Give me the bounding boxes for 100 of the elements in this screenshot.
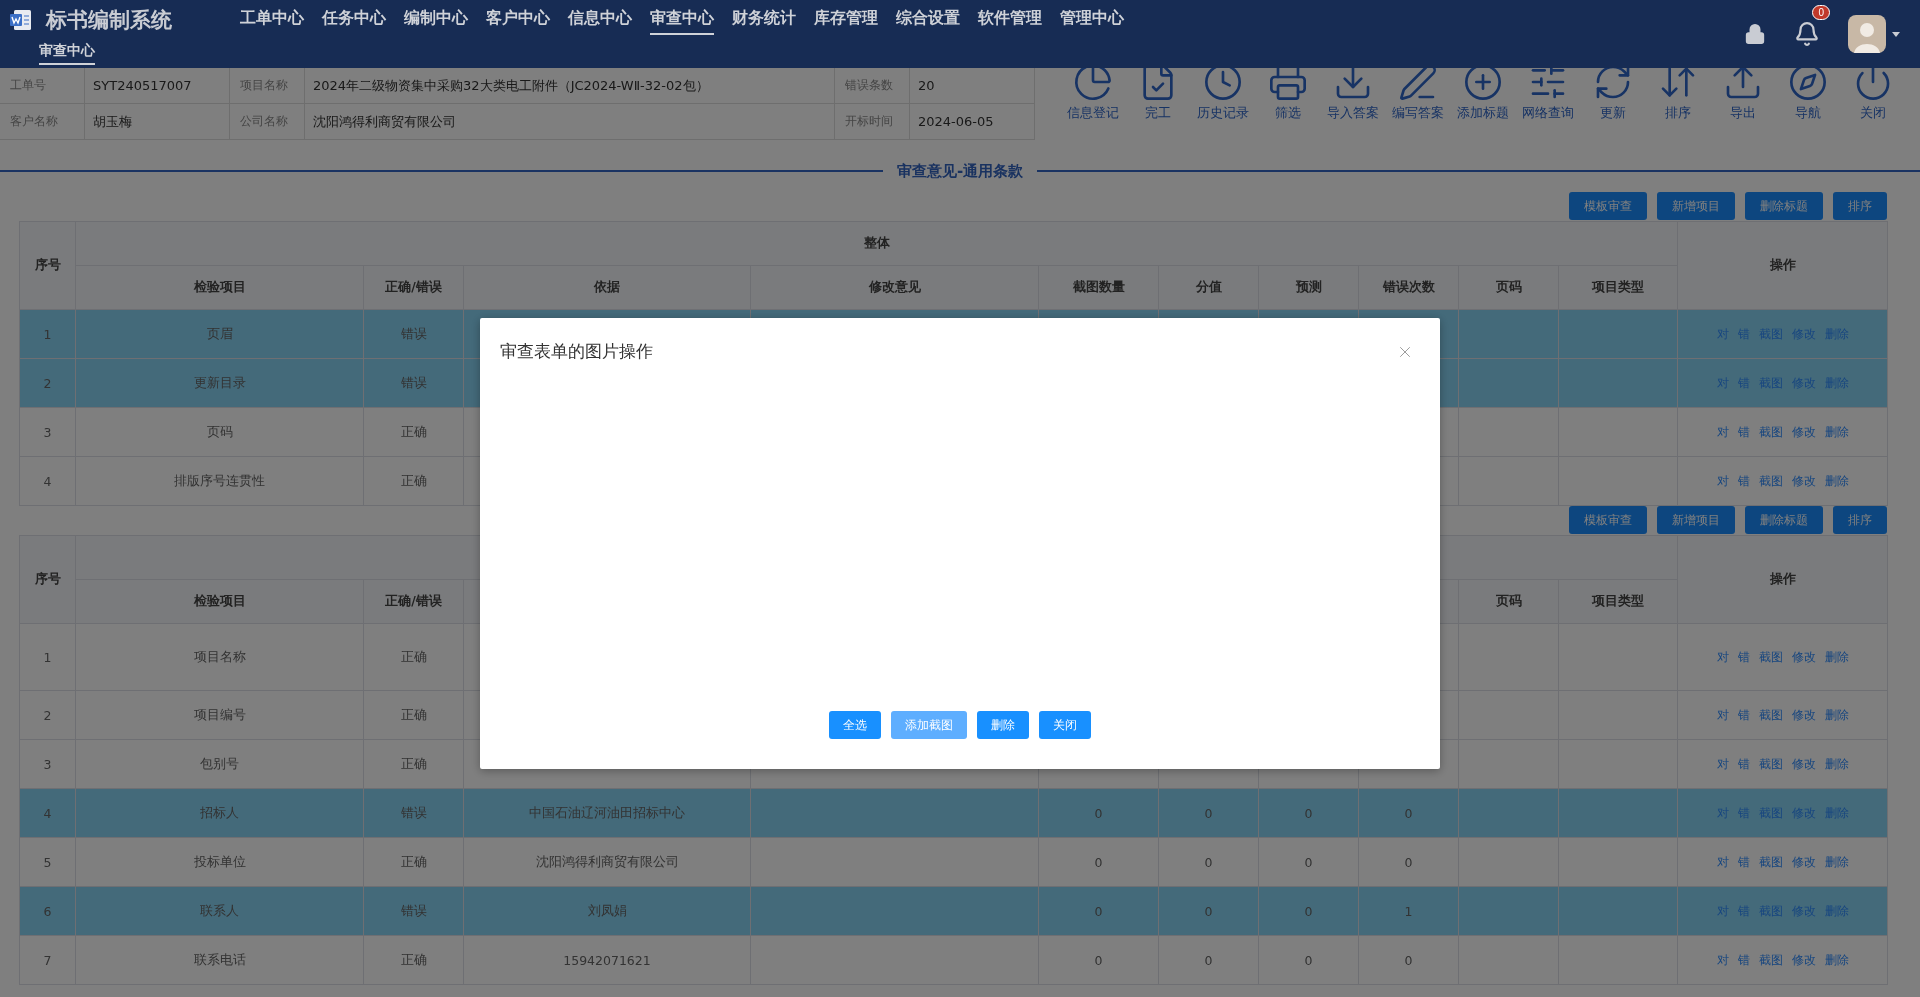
action-link[interactable]: 截图 — [1758, 472, 1783, 490]
action-link[interactable]: 对 — [1716, 755, 1729, 773]
table-cell: 正确 — [363, 739, 464, 789]
column-header: 序号 — [19, 221, 76, 310]
action-link[interactable]: 删除 — [1824, 853, 1849, 871]
action-link[interactable]: 修改 — [1791, 853, 1816, 871]
action-link[interactable]: 错 — [1737, 648, 1750, 666]
action-link[interactable]: 错 — [1737, 423, 1750, 441]
nav-tab[interactable]: 审查中心 — [650, 8, 714, 35]
nav-tab[interactable]: 任务中心 — [322, 8, 386, 35]
action-link[interactable]: 错 — [1737, 951, 1750, 969]
table-cell: 页码 — [75, 407, 364, 457]
table-cell: 0 — [1258, 935, 1359, 985]
action-link[interactable]: 对 — [1716, 706, 1729, 724]
action-link[interactable]: 删除 — [1824, 951, 1849, 969]
table-cell: 正确 — [363, 407, 464, 457]
nav-tab[interactable]: 工单中心 — [240, 8, 304, 35]
action-link[interactable]: 修改 — [1791, 648, 1816, 666]
action-link[interactable]: 删除 — [1824, 706, 1849, 724]
table-cell: 错误 — [363, 886, 464, 936]
nav-tab[interactable]: 编制中心 — [404, 8, 468, 35]
action-link[interactable]: 截图 — [1758, 423, 1783, 441]
action-link[interactable]: 截图 — [1758, 951, 1783, 969]
action-link[interactable]: 错 — [1737, 755, 1750, 773]
column-header: 页码 — [1458, 265, 1559, 310]
action-link[interactable]: 删除 — [1824, 423, 1849, 441]
table-row[interactable]: 7 联系电话 正确 15942071621 0 0 0 0 对 错 截图 修改 删除 — [19, 935, 1888, 985]
action-link[interactable]: 错 — [1737, 472, 1750, 490]
nav-tab[interactable]: 综合设置 — [896, 8, 960, 35]
lock-icon[interactable] — [1744, 23, 1766, 45]
table-cell: 正确 — [363, 690, 464, 740]
table-cell: 错误 — [363, 358, 464, 408]
action-button[interactable]: 排序 — [1833, 506, 1887, 534]
table-cell: 0 — [1038, 935, 1159, 985]
caret-icon[interactable] — [1892, 31, 1900, 37]
action-button[interactable]: 新增项目 — [1657, 192, 1735, 220]
action-link[interactable]: 错 — [1737, 706, 1750, 724]
action-button[interactable]: 新增项目 — [1657, 506, 1735, 534]
action-link[interactable]: 对 — [1716, 648, 1729, 666]
table-cell: 5 — [19, 837, 76, 887]
table-cell: 1 — [19, 309, 76, 359]
column-header: 项目类型 — [1558, 265, 1678, 310]
table-cell: 3 — [19, 739, 76, 789]
avatar-icon[interactable] — [1848, 15, 1886, 53]
action-link[interactable]: 错 — [1737, 853, 1750, 871]
sub-tab[interactable]: 审查中心 — [39, 40, 95, 65]
field-value: SYT240517007 — [85, 68, 230, 104]
table-row[interactable]: 5 投标单位 正确 沈阳鸿得利商贸有限公司 0 0 0 0 对 错 截图 修改 删除 — [19, 837, 1888, 887]
action-link[interactable]: 修改 — [1791, 423, 1816, 441]
action-link[interactable]: 对 — [1716, 472, 1729, 490]
app-title: 标书编制系统 — [46, 7, 172, 34]
action-link[interactable]: 截图 — [1758, 853, 1783, 871]
dialog-button[interactable]: 删除 — [977, 711, 1029, 739]
action-link[interactable]: 修改 — [1791, 951, 1816, 969]
action-link[interactable]: 截图 — [1758, 706, 1783, 724]
table-cell: 0 — [1158, 837, 1259, 887]
column-header: 整体 — [75, 221, 1678, 266]
action-button[interactable]: 排序 — [1833, 192, 1887, 220]
table-cell: 0 — [1038, 886, 1159, 936]
column-header: 预测 — [1258, 265, 1359, 310]
dialog-button[interactable]: 全选 — [829, 711, 881, 739]
nav-tab[interactable]: 管理中心 — [1060, 8, 1124, 35]
table-cell: 0 — [1258, 886, 1359, 936]
nav-tab[interactable]: 软件管理 — [978, 8, 1042, 35]
action-link[interactable]: 对 — [1716, 951, 1729, 969]
action-link[interactable]: 修改 — [1791, 706, 1816, 724]
action-link[interactable]: 对 — [1716, 423, 1729, 441]
table-cell: 0 — [1158, 886, 1259, 936]
table-cell: 1 — [19, 623, 76, 691]
table-cell: 正确 — [363, 623, 464, 691]
column-header: 正确/错误 — [363, 265, 464, 310]
table-cell: 7 — [19, 935, 76, 985]
table-cell: 0 — [1158, 935, 1259, 985]
notification-badge: 0 — [1812, 5, 1830, 20]
column-header: 操作 — [1677, 535, 1888, 624]
table-cell: 6 — [19, 886, 76, 936]
nav-tab[interactable]: 信息中心 — [568, 8, 632, 35]
table-cell: 0 — [1158, 788, 1259, 838]
action-link[interactable]: 删除 — [1824, 472, 1849, 490]
column-header: 序号 — [19, 535, 76, 624]
action-link[interactable]: 截图 — [1758, 648, 1783, 666]
action-link[interactable]: 修改 — [1791, 755, 1816, 773]
action-button[interactable]: 删除标题 — [1745, 192, 1823, 220]
table-cell: 页眉 — [75, 309, 364, 359]
nav-tab[interactable]: 客户中心 — [486, 8, 550, 35]
action-button[interactable]: 删除标题 — [1745, 506, 1823, 534]
table-cell: 2 — [19, 690, 76, 740]
nav-tab[interactable]: 库存管理 — [814, 8, 878, 35]
action-link[interactable]: 对 — [1716, 853, 1729, 871]
field-value: 2024年二级物资集中采购32大类电工附件（JC2024-WⅡ-32-02包） — [305, 68, 835, 104]
action-button[interactable]: 模板审查 — [1569, 192, 1647, 220]
action-link[interactable]: 删除 — [1824, 648, 1849, 666]
action-link[interactable]: 截图 — [1758, 755, 1783, 773]
column-header: 项目类型 — [1558, 579, 1678, 624]
nav-tab[interactable]: 财务统计 — [732, 8, 796, 35]
dialog-button[interactable]: 关闭 — [1039, 711, 1091, 739]
action-link[interactable]: 修改 — [1791, 472, 1816, 490]
action-button[interactable]: 模板审查 — [1569, 506, 1647, 534]
action-link[interactable]: 删除 — [1824, 755, 1849, 773]
table-cell: 项目编号 — [75, 690, 364, 740]
